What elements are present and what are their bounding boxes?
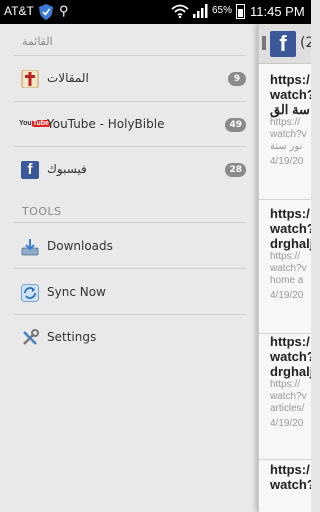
post-snippet: watch?v <box>270 391 307 402</box>
drawer-item-sync[interactable]: Sync Now <box>14 273 246 313</box>
cross-icon <box>21 70 39 88</box>
drawer-item-label: فيسبوك <box>47 162 87 176</box>
list-item[interactable]: https:/ watch? drghalj https:// watch?v … <box>259 206 311 334</box>
post-title-line: watch? <box>270 87 311 102</box>
drawer-item-facebook[interactable]: f فيسبوك 28 <box>14 150 246 190</box>
post-snippet: watch?v <box>270 263 307 274</box>
post-snippet: https:// <box>270 117 301 128</box>
post-title-line: https:/ <box>270 206 310 221</box>
post-snippet: https:// <box>270 251 301 262</box>
wifi-icon <box>171 4 189 18</box>
post-title-line: watch? <box>270 221 311 236</box>
divider <box>14 222 246 223</box>
post-date: 4/19/20 <box>270 418 304 429</box>
divider <box>14 146 246 147</box>
carrier-label: AT&T <box>4 4 34 18</box>
download-icon <box>21 239 39 256</box>
post-title-line: https:/ <box>270 72 310 87</box>
drawer-item-label: Settings <box>47 330 97 344</box>
divider <box>14 101 246 102</box>
divider <box>14 314 246 315</box>
drawer-item-settings[interactable]: Settings <box>14 318 246 358</box>
list-item[interactable]: https:/ watch? <box>259 462 311 512</box>
clock: 11:45 PM <box>250 4 305 19</box>
divider <box>14 55 246 56</box>
drawer-item-label: YouTube - HolyBible <box>47 117 165 131</box>
action-bar: f (2 <box>259 24 311 64</box>
youtube-icon: YouTube <box>19 120 50 127</box>
post-title-line: https:/ <box>270 462 310 477</box>
tools-section-header: TOOLS <box>22 205 62 218</box>
drawer-item-youtube[interactable]: YouTube YouTube - HolyBible 49 <box>14 105 246 145</box>
content-panel: f (2 https:/ watch? سة الق https:// watc… <box>258 24 311 512</box>
count-badge: 49 <box>225 118 246 132</box>
drawer-item-label: Sync Now <box>47 285 106 299</box>
facebook-icon[interactable]: f <box>270 31 296 57</box>
battery-percent: 65% <box>212 5 233 16</box>
navigation-drawer: القائمة المقالات 9 YouTube YouTube - Hol… <box>0 24 258 512</box>
sync-icon <box>21 284 39 302</box>
screen: AT&T ⚲ 65% 11:45 PM القائمة المقالات 9 Y… <box>0 0 311 512</box>
post-title-line: https:/ <box>270 334 310 349</box>
list-item[interactable]: https:/ watch? drghalj https:// watch?v … <box>259 334 311 460</box>
post-title-line: drghalj <box>270 364 311 379</box>
shield-icon <box>39 4 53 20</box>
post-title-line: drghalj <box>270 236 311 251</box>
menu-section-header: القائمة <box>22 35 53 48</box>
drawer-toggle-icon[interactable] <box>262 36 266 50</box>
settings-icon <box>23 329 39 345</box>
page-title: (2 <box>300 35 311 51</box>
post-date: 4/19/20 <box>270 290 304 301</box>
post-title-line: watch? <box>270 477 311 492</box>
drawer-item-label: المقالات <box>47 71 89 85</box>
usb-icon: ⚲ <box>59 3 69 18</box>
divider <box>14 268 246 269</box>
battery-icon <box>236 4 245 19</box>
post-snippet: watch?v <box>270 129 307 140</box>
post-snippet: نور سنة <box>270 141 303 152</box>
drawer-item-downloads[interactable]: Downloads <box>14 227 246 267</box>
post-title-line: watch? <box>270 349 311 364</box>
post-snippet: https:// <box>270 379 301 390</box>
post-snippet: articles/ <box>270 403 305 414</box>
post-title-line: سة الق <box>270 102 310 117</box>
status-bar: AT&T ⚲ 65% 11:45 PM <box>0 0 311 24</box>
count-badge: 9 <box>228 72 246 86</box>
count-badge: 28 <box>225 163 246 177</box>
post-date: 4/19/20 <box>270 156 304 167</box>
list-item[interactable]: https:/ watch? سة الق https:// watch?v ن… <box>259 72 311 200</box>
signal-icon <box>193 4 208 18</box>
post-snippet: home a <box>270 275 304 286</box>
drawer-item-label: Downloads <box>47 239 113 253</box>
drawer-item-articles[interactable]: المقالات 9 <box>14 59 246 99</box>
facebook-icon: f <box>21 161 39 179</box>
